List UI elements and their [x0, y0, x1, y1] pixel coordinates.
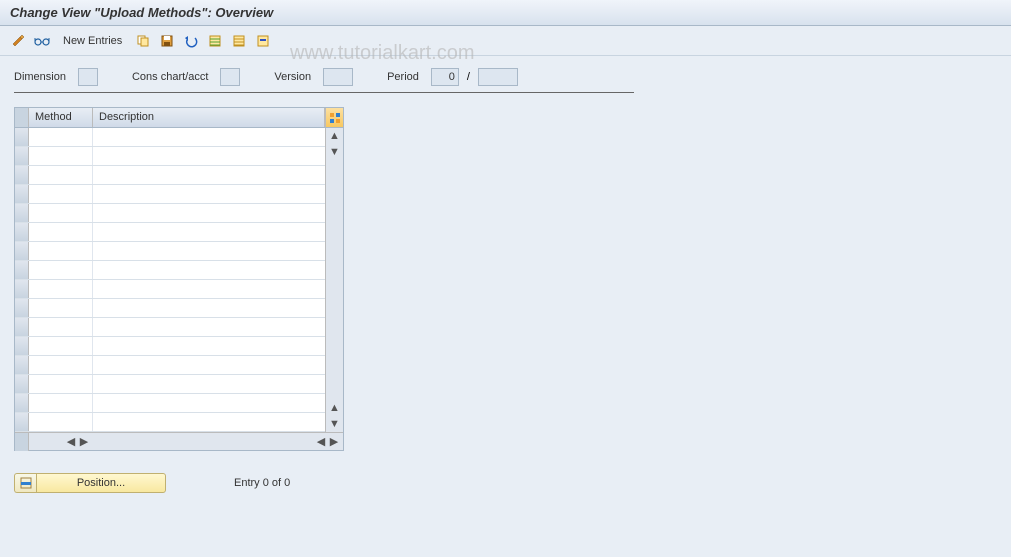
footer-row: Position... Entry 0 of 0: [14, 473, 997, 493]
table-row[interactable]: [15, 394, 325, 413]
position-button[interactable]: Position...: [14, 473, 166, 493]
scroll-right-icon[interactable]: ▶: [328, 436, 340, 448]
scroll-down-step-icon[interactable]: ▼: [327, 144, 343, 160]
table-row[interactable]: [15, 337, 325, 356]
deselect-all-icon[interactable]: [229, 31, 249, 51]
select-all-column[interactable]: [15, 108, 29, 127]
version-field[interactable]: [323, 68, 353, 86]
table-row[interactable]: [15, 185, 325, 204]
scroll-up-icon[interactable]: ▲: [327, 128, 343, 144]
dimension-field[interactable]: [78, 68, 98, 86]
period-field[interactable]: [431, 68, 459, 86]
table-row[interactable]: [15, 223, 325, 242]
period-separator: /: [467, 71, 470, 83]
table-row[interactable]: [15, 204, 325, 223]
delete-icon[interactable]: [253, 31, 273, 51]
table-row[interactable]: [15, 261, 325, 280]
table-row[interactable]: [15, 375, 325, 394]
scroll-left-step-icon[interactable]: ◀: [315, 436, 327, 448]
scroll-left-icon[interactable]: ◀: [65, 436, 77, 448]
table-row[interactable]: [15, 147, 325, 166]
column-header-description[interactable]: Description: [93, 108, 325, 127]
dimension-label: Dimension: [14, 71, 66, 83]
table-header: Method Description: [15, 108, 343, 128]
position-icon: [14, 473, 36, 493]
title-bar: Change View "Upload Methods": Overview: [0, 0, 1011, 26]
scroll-down-icon[interactable]: ▼: [327, 416, 343, 432]
table-row[interactable]: [15, 299, 325, 318]
glasses-display-icon[interactable]: [32, 31, 52, 51]
scroll-up-step-icon[interactable]: ▲: [327, 400, 343, 416]
new-entries-button[interactable]: New Entries: [56, 32, 129, 50]
scroll-right-step-icon[interactable]: ▶: [78, 436, 90, 448]
table-row[interactable]: [15, 128, 325, 147]
undo-icon[interactable]: [181, 31, 201, 51]
toggle-change-icon[interactable]: [8, 31, 28, 51]
filter-row: Dimension Cons chart/acct Version Period…: [14, 68, 997, 86]
table-config-icon[interactable]: [325, 108, 343, 127]
chart-field[interactable]: [220, 68, 240, 86]
period2-field[interactable]: [478, 68, 518, 86]
table-row[interactable]: [15, 166, 325, 185]
period-label: Period: [387, 71, 419, 83]
column-header-method[interactable]: Method: [29, 108, 93, 127]
table-row[interactable]: [15, 242, 325, 261]
toolbar: New Entries: [0, 26, 1011, 56]
horizontal-scrollbar[interactable]: ◀ ▶ ◀ ▶: [15, 432, 343, 450]
table-body: ▲ ▼ ▲ ▼: [15, 128, 343, 432]
vertical-scrollbar[interactable]: ▲ ▼ ▲ ▼: [325, 128, 343, 432]
content-area: Dimension Cons chart/acct Version Period…: [0, 56, 1011, 505]
divider: [14, 92, 634, 93]
table-row[interactable]: [15, 280, 325, 299]
select-all-icon[interactable]: [205, 31, 225, 51]
copy-icon[interactable]: [133, 31, 153, 51]
table-container: Method Description: [14, 107, 344, 451]
page-title: Change View "Upload Methods": Overview: [10, 5, 273, 20]
save-icon[interactable]: [157, 31, 177, 51]
entry-status: Entry 0 of 0: [234, 477, 290, 489]
position-label[interactable]: Position...: [36, 473, 166, 493]
table-row[interactable]: [15, 318, 325, 337]
table-row[interactable]: [15, 356, 325, 375]
chart-label: Cons chart/acct: [132, 71, 208, 83]
version-label: Version: [274, 71, 311, 83]
table-row[interactable]: [15, 413, 325, 432]
